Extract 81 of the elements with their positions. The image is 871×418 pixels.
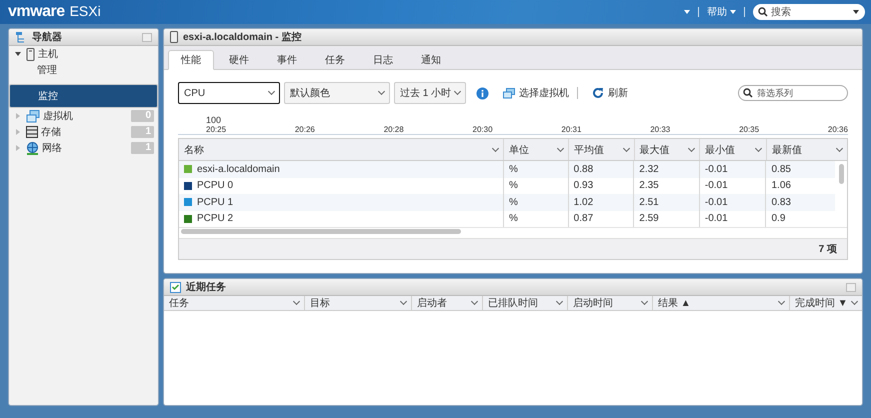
info-icon[interactable] <box>476 86 489 100</box>
dropdown[interactable]: 过去 1 小时 <box>394 82 466 104</box>
navigator-item[interactable]: 网络 1 <box>9 140 158 156</box>
panel-title: esxi-a.localdomain - 监控 <box>183 30 302 44</box>
table-cell: 0.88 <box>568 161 634 178</box>
axis-label: 20:26 <box>294 125 315 134</box>
virtual-machine-icon <box>503 88 515 98</box>
tab[interactable]: 日志 <box>360 50 406 70</box>
server-icon <box>26 48 35 60</box>
navigator-item[interactable]: 存储 1 <box>9 124 158 140</box>
column-header[interactable]: 结果 ▲ <box>653 296 790 310</box>
storage-icon <box>26 126 38 138</box>
navigator-item[interactable]: 管理 <box>9 62 158 78</box>
select-vm-button[interactable]: 选择虚拟机 <box>499 86 573 100</box>
user-menu-button[interactable] <box>684 10 690 14</box>
item-count: 7 项 <box>818 243 837 256</box>
column-header[interactable]: 平均值 <box>568 139 634 160</box>
axis-label: 20:31 <box>561 125 582 134</box>
column-header[interactable]: 启动者 <box>412 296 483 310</box>
table-cell: 1.02 <box>568 194 634 210</box>
table-cell-text: 0.9 <box>770 212 786 226</box>
tab[interactable]: 通知 <box>408 50 454 70</box>
column-header[interactable]: 任务 <box>164 296 305 310</box>
column-header[interactable]: 最大值 <box>634 139 700 160</box>
table-cell: 2.51 <box>634 194 700 210</box>
table-cell: -0.01 <box>700 194 766 210</box>
count-badge: 1 <box>131 142 154 154</box>
tab[interactable]: 性能 <box>168 50 214 70</box>
column-header[interactable]: 名称 <box>179 139 504 160</box>
minimize-icon[interactable] <box>846 282 856 292</box>
axis-label: 100 <box>206 115 222 125</box>
virtual-machine-icon <box>26 110 40 122</box>
column-header[interactable]: 目标 <box>305 296 412 310</box>
minimize-icon[interactable] <box>142 32 152 42</box>
navigator-item[interactable]: 虚拟机 0 <box>9 108 158 124</box>
refresh-icon <box>592 87 604 99</box>
count-badge: 1 <box>131 126 154 138</box>
table-cell-text: 0.85 <box>770 162 792 177</box>
caret-icon[interactable] <box>853 10 859 14</box>
panel-title: 近期任务 <box>186 280 227 294</box>
globe-icon <box>26 142 39 154</box>
table-cell: PCPU 1 <box>179 194 504 210</box>
tab[interactable]: 事件 <box>264 50 310 70</box>
count-badge: 0 <box>131 110 154 122</box>
table-cell: % <box>504 194 569 210</box>
table-cell: % <box>504 161 569 178</box>
table-cell-text: 1.06 <box>770 179 792 194</box>
axis-label: 20:33 <box>650 125 670 134</box>
axis-label: 20:25 <box>206 125 226 134</box>
search-field[interactable]: 搜索 <box>753 4 865 20</box>
help-menu-button[interactable]: 帮助 <box>707 5 736 19</box>
server-icon <box>170 31 178 43</box>
column-header[interactable]: 启动时间 <box>568 296 653 310</box>
column-header[interactable]: 已排队时间 <box>483 296 568 310</box>
dropdown[interactable]: 默认颜色 <box>284 82 390 104</box>
navigator-icon <box>15 31 27 43</box>
scrollbar[interactable] <box>839 164 844 184</box>
clipboard-icon <box>170 281 181 293</box>
brand-logo: vmware <box>8 3 65 21</box>
refresh-button[interactable]: 刷新 <box>588 86 632 100</box>
scrollbar[interactable] <box>181 229 461 234</box>
table-cell: -0.01 <box>700 161 766 178</box>
axis-label: 20:36 <box>828 125 848 134</box>
table-cell-text: 0.83 <box>770 196 792 210</box>
panel-title: 导航器 <box>32 30 63 44</box>
dropdown[interactable]: CPU <box>178 82 280 104</box>
table-cell: esxi-a.localdomain <box>179 161 504 178</box>
navigator-item[interactable]: 监控 <box>9 84 158 108</box>
column-header[interactable]: 最新值 <box>766 139 847 160</box>
axis-label: 20:28 <box>384 125 404 134</box>
axis-label: 20:35 <box>739 125 760 134</box>
tab[interactable]: 硬件 <box>216 50 262 70</box>
filter-field[interactable]: 筛选系列 <box>738 85 848 101</box>
product-name: ESXi <box>70 3 101 19</box>
column-header[interactable]: 最小值 <box>700 139 767 160</box>
table-cell: 2.32 <box>634 161 700 178</box>
axis-label: 20:30 <box>472 125 493 134</box>
column-header[interactable]: 完成时间 ▼ <box>790 296 862 310</box>
column-header[interactable]: 单位 <box>504 139 569 160</box>
navigator-item[interactable]: 主机 <box>9 46 158 62</box>
tab[interactable]: 任务 <box>312 50 358 70</box>
